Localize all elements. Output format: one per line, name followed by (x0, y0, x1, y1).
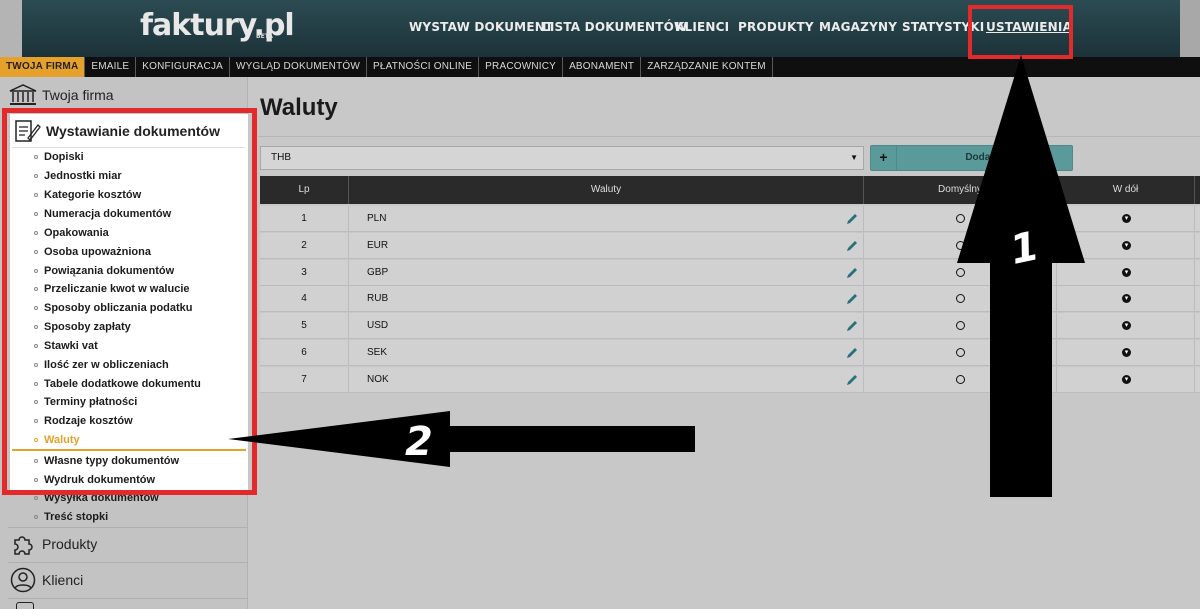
arrow-2-label: 2 (405, 419, 433, 465)
arrow-2 (228, 411, 695, 467)
annotation-arrows: 1 2 (228, 55, 1085, 497)
arrow-1 (957, 55, 1085, 497)
